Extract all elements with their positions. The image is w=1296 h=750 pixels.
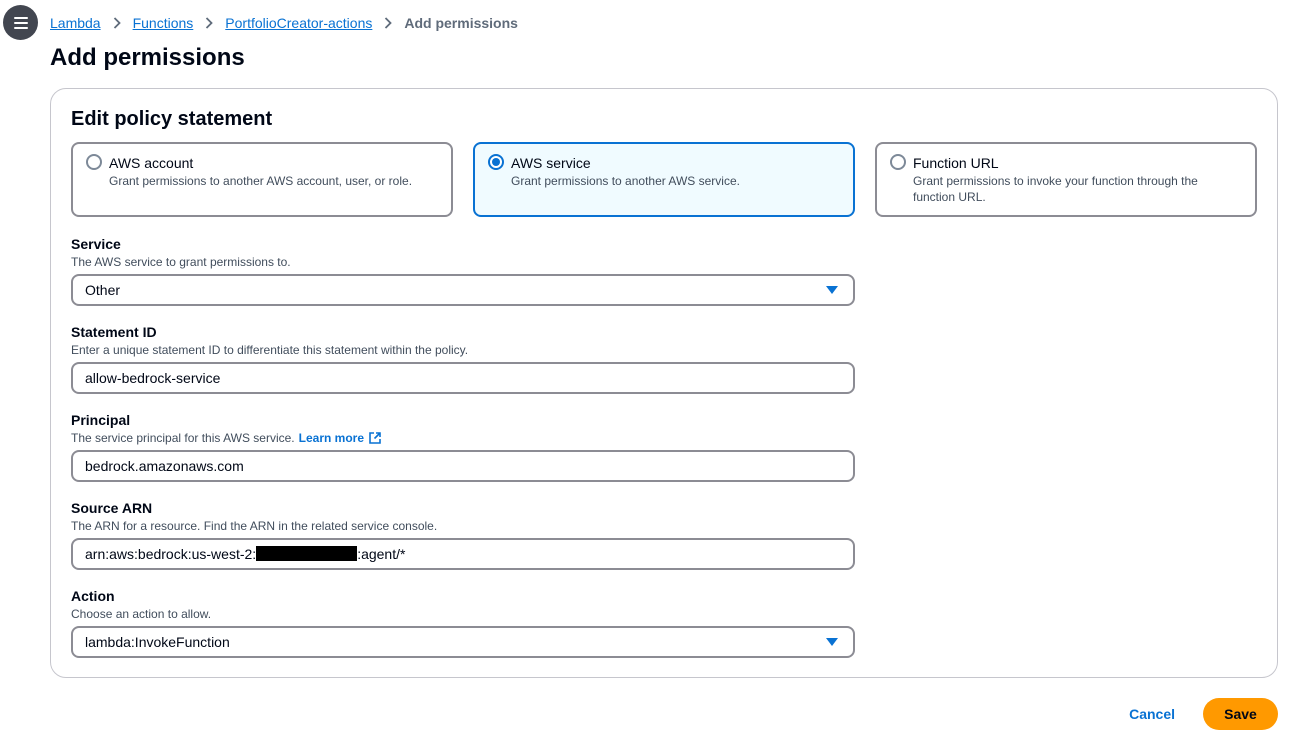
breadcrumb-link-lambda[interactable]: Lambda bbox=[50, 15, 101, 31]
service-select[interactable]: Other bbox=[71, 274, 855, 306]
source-arn-prefix: arn:aws:bedrock:us-west-2: bbox=[85, 546, 257, 562]
principal-value: bedrock.amazonaws.com bbox=[85, 458, 244, 474]
action-label: Action bbox=[71, 588, 115, 604]
action-field: Action Choose an action to allow. lambda… bbox=[71, 587, 855, 658]
breadcrumb: Lambda Functions PortfolioCreator-action… bbox=[50, 14, 518, 32]
action-description: Choose an action to allow. bbox=[71, 607, 212, 621]
redacted-account-id bbox=[256, 546, 358, 561]
statement-id-label: Statement ID bbox=[71, 324, 157, 340]
action-select[interactable]: lambda:InvokeFunction bbox=[71, 626, 855, 658]
chevron-right-icon bbox=[205, 17, 214, 29]
caret-down-icon bbox=[826, 638, 838, 646]
statement-id-description: Enter a unique statement ID to different… bbox=[71, 343, 469, 357]
option-aws-service[interactable]: AWS service Grant permissions to another… bbox=[473, 142, 855, 217]
principal-label: Principal bbox=[71, 412, 131, 428]
option-aws-account[interactable]: AWS account Grant permissions to another… bbox=[71, 142, 453, 217]
option-function-url[interactable]: Function URL Grant permissions to invoke… bbox=[875, 142, 1257, 217]
service-label: Service bbox=[71, 236, 121, 252]
chevron-right-icon bbox=[113, 17, 121, 29]
caret-down-icon bbox=[826, 286, 838, 294]
statement-id-value: allow-bedrock-service bbox=[85, 370, 221, 386]
cancel-button[interactable]: Cancel bbox=[1129, 706, 1175, 722]
option-description: Grant permissions to another AWS service… bbox=[511, 174, 740, 188]
action-value: lambda:InvokeFunction bbox=[85, 634, 230, 650]
principal-field: Principal The service principal for this… bbox=[71, 411, 855, 482]
option-label: AWS account bbox=[109, 155, 194, 171]
service-field: Service The AWS service to grant permiss… bbox=[71, 235, 855, 306]
page-title: Add permissions bbox=[50, 44, 245, 71]
chevron-right-icon bbox=[384, 17, 393, 29]
principal-input[interactable]: bedrock.amazonaws.com bbox=[71, 450, 855, 482]
breadcrumb-link-function[interactable]: PortfolioCreator-actions bbox=[225, 15, 372, 31]
radio-aws-service[interactable] bbox=[488, 154, 504, 170]
breadcrumb-link-functions[interactable]: Functions bbox=[133, 15, 194, 31]
source-arn-description: The ARN for a resource. Find the ARN in … bbox=[71, 519, 438, 533]
principal-description: The service principal for this AWS servi… bbox=[71, 431, 295, 445]
statement-id-input[interactable]: allow-bedrock-service bbox=[71, 362, 855, 394]
statement-id-field: Statement ID Enter a unique statement ID… bbox=[71, 323, 855, 394]
option-description: Grant permissions to invoke your functio… bbox=[913, 174, 1198, 204]
learn-more-link[interactable]: Learn more bbox=[299, 430, 382, 446]
principal-description-row: The service principal for this AWS servi… bbox=[71, 430, 855, 446]
option-label: AWS service bbox=[511, 155, 591, 171]
learn-more-label: Learn more bbox=[298, 431, 364, 445]
external-link-icon bbox=[369, 432, 381, 444]
radio-function-url[interactable] bbox=[890, 154, 906, 170]
option-label: Function URL bbox=[913, 155, 999, 171]
form-actions: Cancel Save bbox=[1129, 698, 1278, 730]
breadcrumb-current: Add permissions bbox=[404, 15, 518, 31]
service-value: Other bbox=[85, 282, 121, 298]
source-arn-field: Source ARN The ARN for a resource. Find … bbox=[71, 499, 855, 570]
source-arn-input[interactable]: arn:aws:bedrock:us-west-2: :agent/* bbox=[71, 538, 855, 570]
radio-aws-account[interactable] bbox=[86, 154, 102, 170]
save-button[interactable]: Save bbox=[1203, 698, 1278, 730]
service-description: The AWS service to grant permissions to. bbox=[71, 255, 291, 269]
menu-button[interactable] bbox=[3, 5, 38, 40]
panel-title: Edit policy statement bbox=[71, 108, 273, 130]
edit-policy-panel: Edit policy statement AWS account Grant … bbox=[50, 88, 1278, 678]
option-description: Grant permissions to another AWS account… bbox=[109, 174, 413, 188]
menu-icon bbox=[13, 16, 28, 29]
source-arn-label: Source ARN bbox=[71, 500, 153, 516]
source-arn-suffix: :agent/* bbox=[357, 546, 406, 562]
